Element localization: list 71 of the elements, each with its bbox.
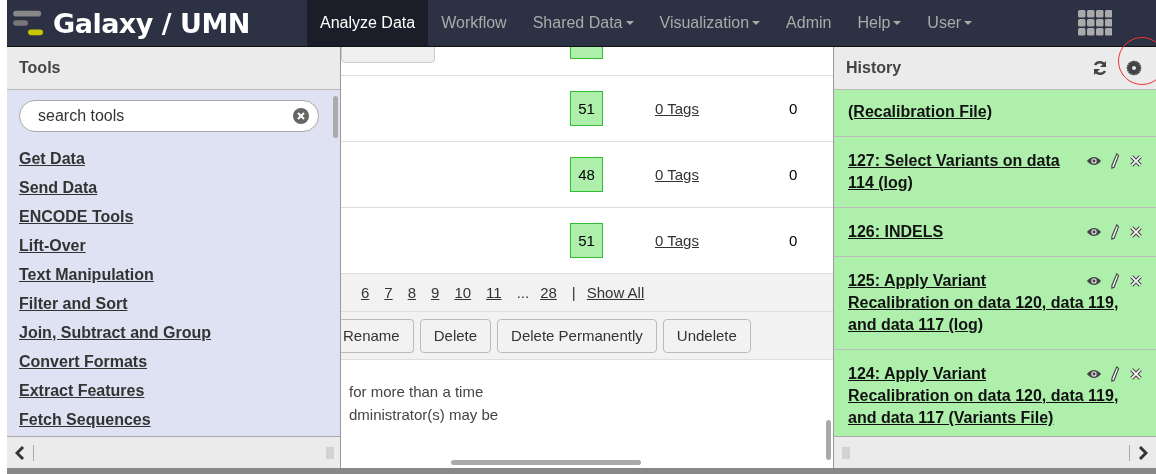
nav-tab[interactable]: User [914, 0, 986, 46]
show-all-link[interactable]: Show All [586, 284, 645, 301]
tags-link[interactable]: 0 Tags [655, 100, 699, 117]
dataset-title-link[interactable]: 125: Apply Variant Recalibration on data 120, data 119, and data 117 (log) [848, 270, 1144, 336]
tool-section-link[interactable]: Join, Subtract and Group [19, 318, 211, 347]
eye-icon[interactable] [1086, 274, 1102, 288]
count-badge [570, 47, 603, 59]
page-link[interactable]: 10 [454, 284, 472, 301]
nav-tab[interactable]: Shared Data [519, 0, 647, 46]
tool-section-link[interactable]: Convert Formats [19, 347, 148, 376]
tool-section-link[interactable]: Filter and Sort [19, 289, 128, 318]
tool-section-link[interactable]: Lift-Over [19, 231, 86, 260]
tool-section-link[interactable]: Fetch Sequences [19, 405, 151, 434]
dataset-title-link[interactable]: 127: Select Variants on data 114 (log) [848, 150, 1144, 194]
nav-tab[interactable]: Help [844, 0, 915, 46]
table-cell: 0 [788, 232, 798, 249]
delete-icon[interactable] [1128, 274, 1144, 288]
pencil-icon[interactable] [1110, 224, 1120, 240]
separator: | [571, 284, 576, 301]
action-button[interactable]: Delete [419, 318, 492, 353]
delete-icon[interactable] [1128, 154, 1144, 168]
clear-icon[interactable] [293, 108, 309, 124]
message-text: dministrator(s) may be [349, 405, 500, 425]
pencil-icon[interactable] [1110, 366, 1120, 382]
count-badge: 51 [570, 91, 603, 126]
refresh-icon[interactable] [1092, 60, 1108, 76]
tool-section-link[interactable]: ENCODE Tools [19, 202, 134, 231]
dataset-title-link[interactable]: 126: INDELS [848, 221, 1144, 243]
page-link[interactable]: 9 [431, 284, 440, 301]
nav-tab[interactable]: Analyze Data [307, 0, 429, 46]
brand-title[interactable]: Galaxy / UMN [53, 7, 250, 39]
tool-section-link[interactable]: Send Data [19, 173, 98, 202]
page-link[interactable]: 28 [540, 284, 557, 301]
tool-section-link[interactable]: Get Data [19, 144, 85, 173]
page-link[interactable]: 11 [486, 284, 502, 301]
page-link[interactable]: 8 [407, 284, 417, 301]
tags-link[interactable]: 0 Tags [655, 166, 699, 183]
delete-icon[interactable] [1128, 225, 1144, 239]
page-link[interactable]: 7 [384, 284, 393, 301]
resize-grip-icon[interactable] [326, 446, 334, 459]
delete-icon[interactable] [1128, 367, 1144, 381]
nav-tab[interactable]: Workflow [428, 0, 520, 46]
action-button[interactable]: Rename [341, 318, 414, 353]
message-text: for more than a time [349, 382, 485, 402]
galaxy-logo-icon [13, 9, 45, 37]
pencil-icon[interactable] [1110, 273, 1120, 289]
resize-grip-icon[interactable] [842, 446, 850, 459]
apps-grid-icon[interactable] [1078, 10, 1112, 36]
panel-title: History [846, 59, 902, 77]
page-link[interactable]: 6 [361, 284, 370, 301]
search-field[interactable]: search tools [19, 100, 319, 132]
eye-icon[interactable] [1086, 225, 1102, 239]
tags-link[interactable]: 0 Tags [655, 232, 699, 249]
dataset-title-link[interactable]: 124: Apply Variant Recalibration on data 120, data 119, and data 117 (Variants File) [848, 363, 1144, 429]
tool-section-link[interactable]: Text Manipulation [19, 260, 154, 289]
dataset-title-link[interactable]: (Recalibration File) [848, 101, 1144, 123]
action-button[interactable]: Undelete [662, 318, 751, 353]
count-badge: 48 [570, 157, 603, 192]
nav-tab[interactable]: Visualization [646, 0, 774, 46]
count-badge: 51 [570, 223, 603, 258]
table-cell: 0 [788, 100, 798, 117]
action-button[interactable]: Delete Permanently [497, 318, 657, 353]
table-cell: 0 [788, 166, 798, 183]
ellipsis: ... [516, 284, 530, 301]
pencil-icon[interactable] [1110, 153, 1120, 169]
eye-icon[interactable] [1086, 367, 1102, 381]
eye-icon[interactable] [1086, 154, 1102, 168]
settings-icon[interactable] [1126, 60, 1142, 76]
panel-title: Tools [19, 59, 61, 77]
tool-section-link[interactable]: Extract Features [19, 376, 145, 405]
nav-tab[interactable]: Admin [773, 0, 845, 46]
